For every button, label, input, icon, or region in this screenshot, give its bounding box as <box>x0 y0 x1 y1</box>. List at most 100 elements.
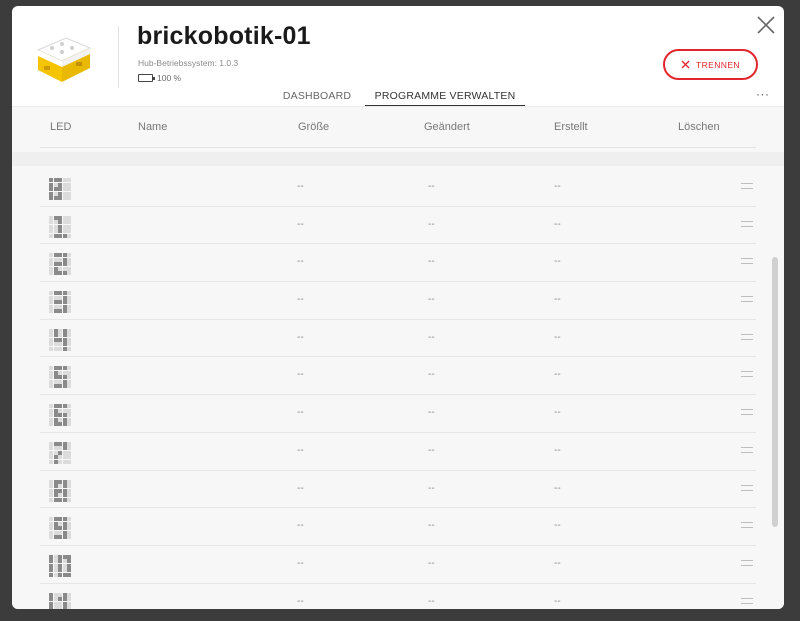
led-pixel <box>67 229 71 234</box>
led-pixel <box>62 606 67 609</box>
drag-handle-icon[interactable] <box>741 409 753 416</box>
led-pixel <box>53 182 58 187</box>
led-pixel <box>58 366 62 371</box>
table-row[interactable]: -- -- -- <box>40 244 756 283</box>
drag-handle-icon[interactable] <box>741 333 753 340</box>
led-pixel <box>67 559 71 564</box>
table-row[interactable]: -- -- -- <box>40 357 756 396</box>
led-pixel <box>58 413 62 418</box>
led-pixel <box>53 366 58 371</box>
col-name[interactable]: Name <box>138 121 167 133</box>
led-pixel <box>53 517 58 522</box>
table-header: LED Name Größe Geändert Erstellt Löschen <box>12 107 784 149</box>
drag-handle-icon[interactable] <box>741 220 753 227</box>
led-pixel <box>53 271 58 276</box>
led-pixel <box>67 450 71 455</box>
led-pixel <box>58 446 62 451</box>
col-led: LED <box>50 121 72 133</box>
led-pixel <box>49 601 53 606</box>
drag-handle-icon[interactable] <box>741 371 753 378</box>
program-modified: -- <box>428 369 435 381</box>
drag-handle-icon[interactable] <box>741 522 753 529</box>
led-pixel <box>62 493 67 497</box>
led-pixel <box>49 295 53 300</box>
drag-handle-icon[interactable] <box>741 258 753 265</box>
col-modified[interactable]: Geändert <box>424 121 470 133</box>
led-pixel <box>53 220 58 225</box>
led-pixel <box>62 535 67 540</box>
col-created[interactable]: Erstellt <box>554 121 588 133</box>
header-divider-line <box>40 147 756 148</box>
led-pixel <box>53 379 58 384</box>
table-row[interactable]: -- -- -- <box>40 395 756 433</box>
program-size: -- <box>297 407 304 419</box>
led-pixel <box>67 178 71 182</box>
table-row[interactable]: -- -- -- <box>40 471 756 509</box>
programs-table: LED Name Größe Geändert Erstellt Löschen… <box>12 106 784 609</box>
table-spacer <box>12 152 784 166</box>
led-matrix-icon <box>49 592 71 609</box>
col-delete: Löschen <box>678 121 720 133</box>
program-size: -- <box>297 294 304 306</box>
tab-manage-programs[interactable]: PROGRAMME VERWALTEN <box>365 90 525 106</box>
led-pixel <box>62 530 67 535</box>
led-pixel <box>62 417 67 422</box>
led-pixel <box>49 530 53 535</box>
table-row[interactable]: -- -- -- <box>40 169 756 207</box>
led-pixel <box>62 441 67 446</box>
led-pixel <box>58 441 62 446</box>
led-matrix-icon <box>49 479 71 502</box>
led-pixel <box>49 366 53 371</box>
led-pixel <box>49 417 53 422</box>
led-pixel <box>58 196 62 200</box>
led-pixel <box>49 346 53 351</box>
table-row[interactable]: -- -- -- <box>40 433 756 471</box>
led-pixel <box>58 497 62 502</box>
led-pixel <box>67 408 71 413</box>
drag-handle-icon[interactable] <box>741 183 753 189</box>
led-pixel <box>67 422 71 427</box>
led-pixel <box>62 601 67 606</box>
led-pixel <box>67 220 71 225</box>
table-row[interactable]: -- -- -- <box>40 546 756 584</box>
col-size[interactable]: Größe <box>298 121 329 133</box>
drag-handle-icon[interactable] <box>741 559 753 566</box>
scrollbar[interactable] <box>772 257 778 527</box>
table-row[interactable]: -- -- -- <box>40 320 756 358</box>
led-pixel <box>58 191 62 196</box>
tab-dashboard[interactable]: DASHBOARD <box>277 90 357 106</box>
table-row[interactable]: -- -- -- <box>40 282 756 320</box>
led-pixel <box>62 559 67 564</box>
led-pixel <box>62 328 67 333</box>
led-pixel <box>62 422 67 427</box>
led-pixel <box>62 196 67 200</box>
led-pixel <box>49 459 53 464</box>
led-pixel <box>67 328 71 333</box>
led-pixel <box>62 229 67 234</box>
table-row[interactable]: -- -- -- <box>40 508 756 546</box>
led-pixel <box>53 408 58 413</box>
led-pixel <box>67 266 71 271</box>
led-pixel <box>62 178 67 182</box>
led-pixel <box>67 196 71 200</box>
drag-handle-icon[interactable] <box>741 597 753 604</box>
drag-handle-icon[interactable] <box>741 446 753 453</box>
led-pixel <box>49 404 53 409</box>
led-pixel <box>58 337 62 342</box>
led-pixel <box>62 521 67 526</box>
disconnect-button[interactable]: TRENNEN <box>663 49 758 80</box>
led-pixel <box>49 554 53 559</box>
led-pixel <box>62 187 67 191</box>
led-pixel <box>49 563 53 568</box>
close-icon[interactable] <box>755 14 777 36</box>
drag-handle-icon[interactable] <box>741 296 753 303</box>
led-pixel <box>67 606 71 609</box>
table-row[interactable]: -- -- -- <box>40 207 756 245</box>
led-pixel <box>67 187 71 191</box>
led-pixel <box>49 606 53 609</box>
table-row[interactable]: -- -- -- <box>40 584 756 609</box>
led-matrix-icon <box>49 554 71 577</box>
more-menu-icon[interactable]: ··· <box>756 88 770 101</box>
drag-handle-icon[interactable] <box>741 484 753 491</box>
led-pixel <box>58 300 62 305</box>
